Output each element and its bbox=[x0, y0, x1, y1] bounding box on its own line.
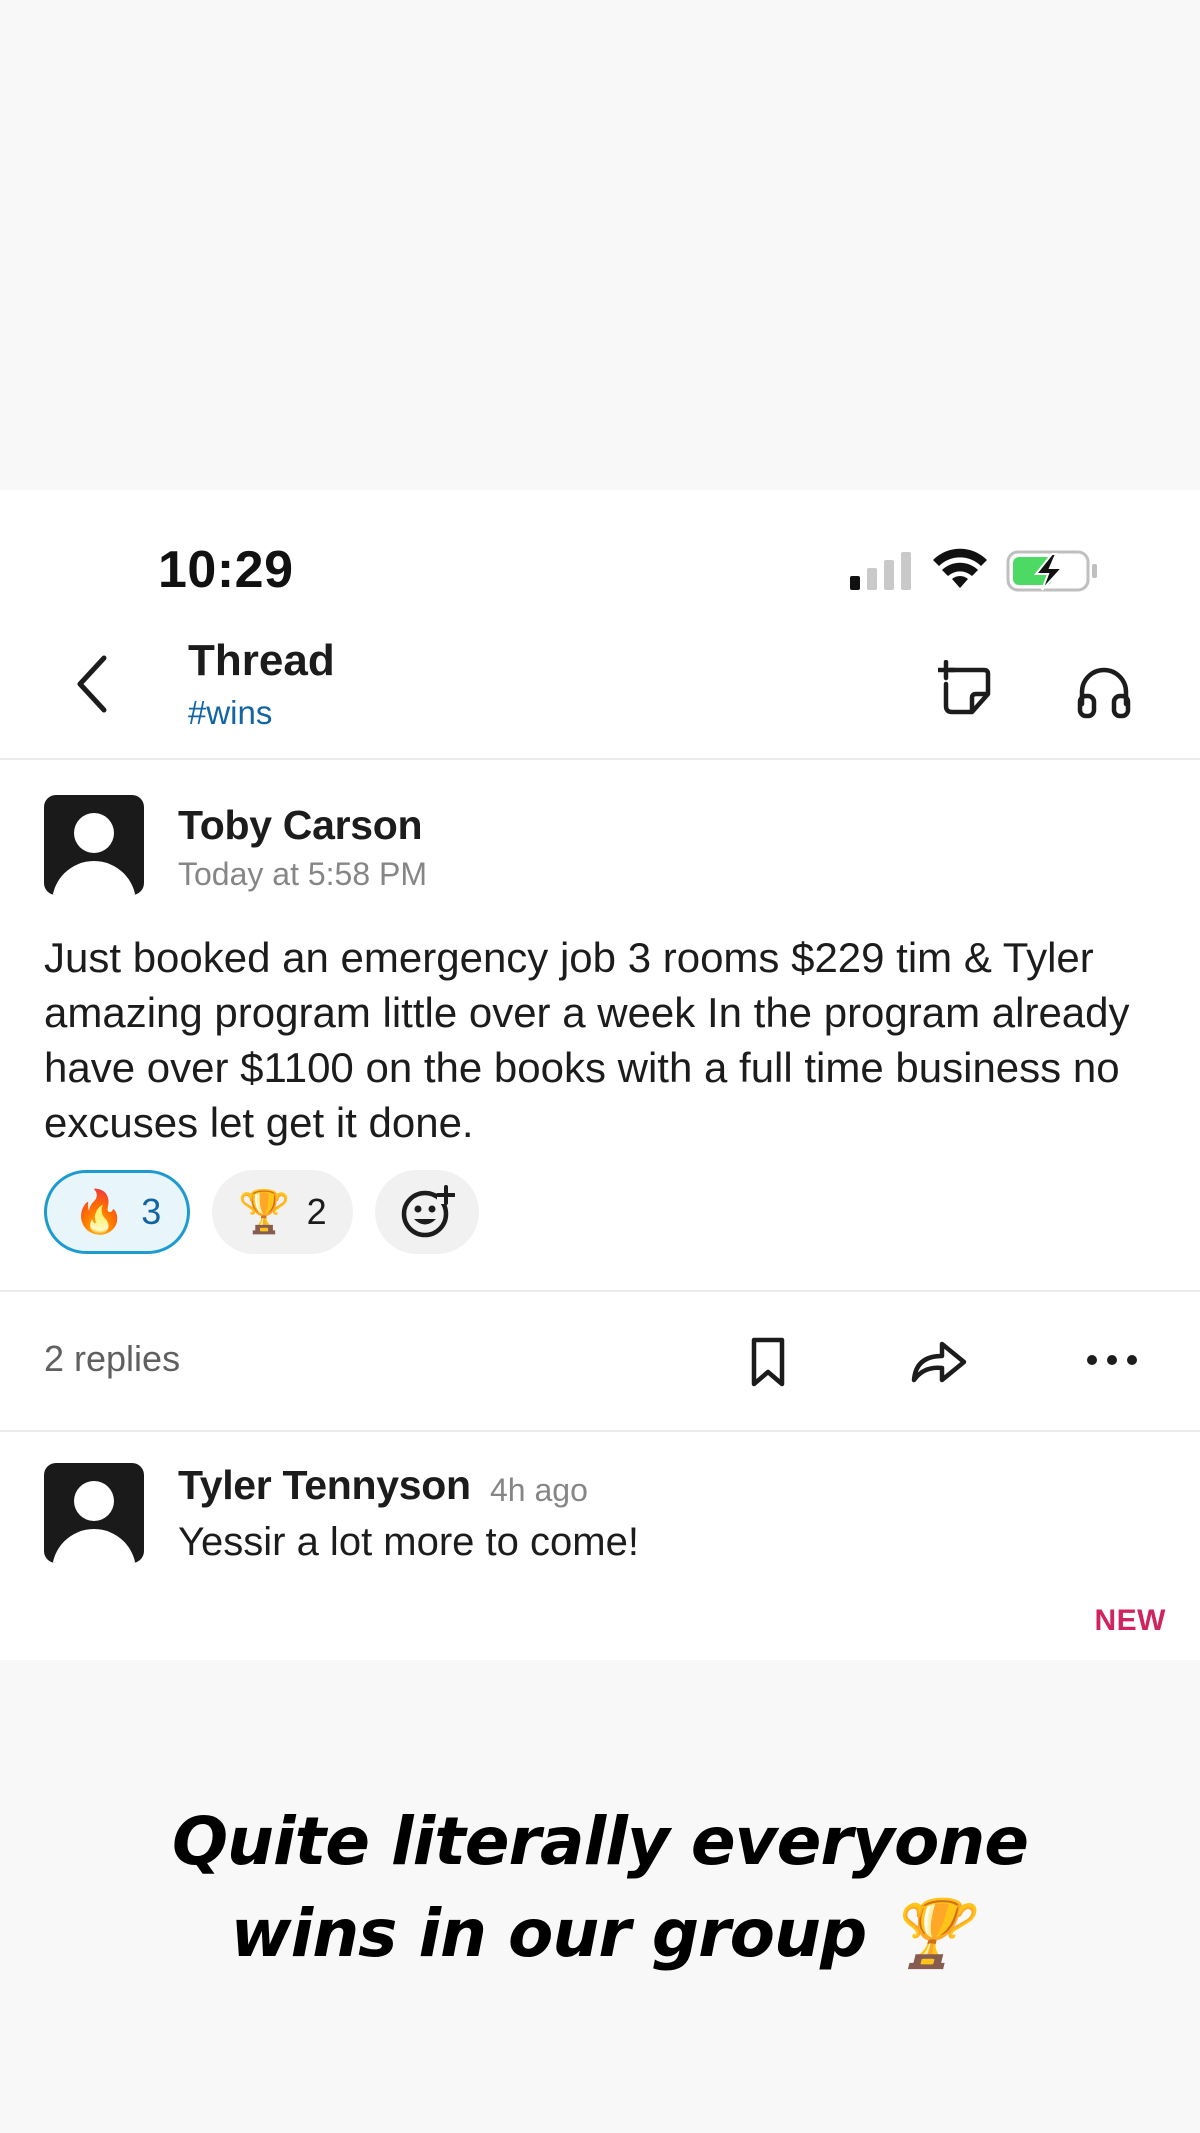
share-icon[interactable] bbox=[908, 1336, 968, 1386]
page-title: Thread bbox=[188, 636, 335, 685]
thread-header: Thread #wins bbox=[0, 630, 1200, 760]
caption-line: Quite literally everyone bbox=[171, 1803, 1029, 1880]
message-timestamp: Today at 5:58 PM bbox=[178, 856, 428, 892]
status-bar: 10:29 bbox=[0, 490, 1200, 599]
trophy-emoji: 🏆 bbox=[238, 1187, 291, 1235]
avatar[interactable] bbox=[44, 795, 144, 895]
reaction-fire[interactable]: 🔥 3 bbox=[44, 1170, 191, 1254]
reaction-bar: 🔥 3 🏆 2 bbox=[44, 1170, 479, 1256]
more-icon[interactable] bbox=[1086, 1350, 1138, 1370]
headphones-icon[interactable] bbox=[1076, 662, 1132, 720]
replies-count: 2 replies bbox=[44, 1338, 181, 1379]
signal-icon bbox=[850, 552, 911, 590]
status-time: 10:29 bbox=[158, 541, 294, 599]
thread-actions: 2 replies bbox=[0, 1290, 1200, 1430]
divider bbox=[0, 1430, 1200, 1432]
add-reaction-icon bbox=[401, 1185, 455, 1238]
battery-charging-icon bbox=[1006, 550, 1097, 592]
new-badge: NEW bbox=[1094, 1604, 1166, 1637]
avatar[interactable] bbox=[44, 1463, 144, 1563]
channel-link[interactable]: #wins bbox=[188, 694, 272, 732]
bookmark-icon[interactable] bbox=[748, 1336, 788, 1388]
new-note-icon[interactable] bbox=[938, 660, 994, 718]
caption-line: wins in our group 🏆 bbox=[230, 1895, 971, 1972]
reply-timestamp: 4h ago bbox=[490, 1472, 588, 1508]
reaction-trophy[interactable]: 🏆 2 bbox=[212, 1170, 353, 1254]
message-author[interactable]: Toby Carson bbox=[178, 802, 423, 849]
message-body: Just booked an emergency job 3 rooms $22… bbox=[44, 934, 1130, 1146]
reply-author[interactable]: Tyler Tennyson bbox=[178, 1462, 471, 1509]
wifi-icon bbox=[933, 548, 987, 588]
reaction-count: 2 bbox=[306, 1191, 327, 1232]
slack-thread-screen: 10:29 Thread #wins Toby Carson Today at … bbox=[0, 490, 1200, 1660]
fire-emoji: 🔥 bbox=[73, 1187, 126, 1235]
overlay-caption: Quite literally everyone wins in our gro… bbox=[0, 1796, 1200, 1980]
chevron-left-icon[interactable] bbox=[70, 652, 114, 716]
reaction-count: 3 bbox=[141, 1191, 162, 1232]
add-reaction-button[interactable] bbox=[374, 1170, 479, 1254]
reply-body: Yessir a lot more to come! bbox=[178, 1520, 639, 1564]
